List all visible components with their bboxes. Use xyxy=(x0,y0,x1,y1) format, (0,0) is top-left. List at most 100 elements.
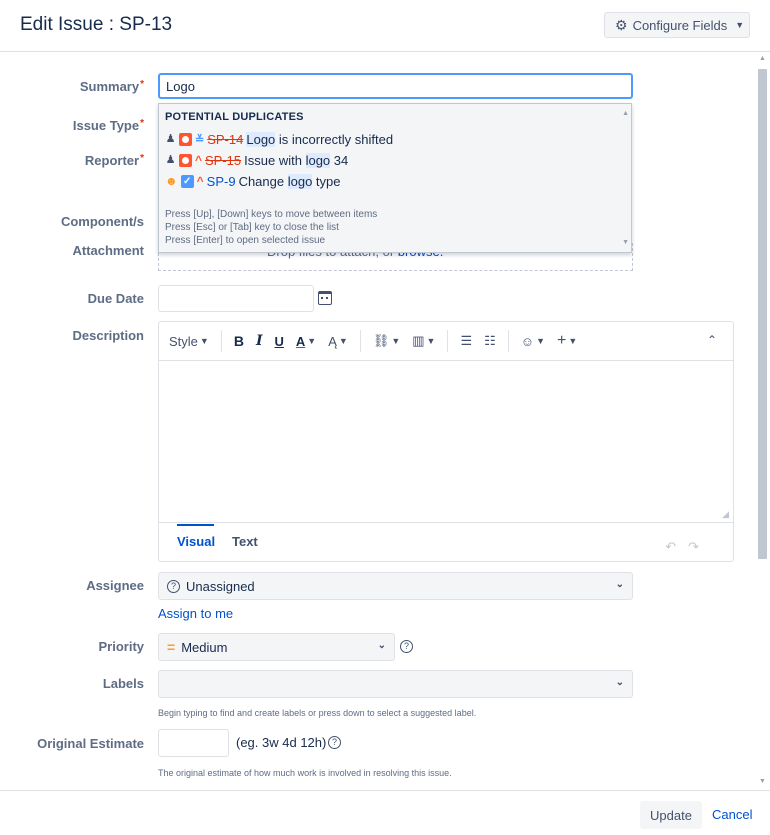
underline-button[interactable]: U xyxy=(275,334,284,349)
priority-medium-icon: = xyxy=(167,639,176,655)
style-dropdown[interactable]: Style ▼ xyxy=(169,334,209,349)
bullet-list-icon: ☰ xyxy=(460,333,473,348)
resize-handle-icon[interactable]: ◢ xyxy=(722,509,729,520)
dialog-footer: Update Cancel xyxy=(0,790,770,835)
duplicates-heading: POTENTIAL DUPLICATES xyxy=(165,111,304,123)
labels-select[interactable]: ⌄ xyxy=(158,670,633,698)
attachment-label: Attachment xyxy=(72,243,144,258)
collapse-toolbar-icon[interactable]: ⌃ xyxy=(707,333,717,347)
redo-icon[interactable]: ↷ xyxy=(688,539,711,554)
link-icon: ⛓ xyxy=(372,333,390,348)
text-color-button[interactable]: A ▼ xyxy=(296,334,316,349)
assign-to-me-link[interactable]: Assign to me xyxy=(158,606,233,621)
duplicate-item[interactable]: ☻ ✓ ^ SP-9 Change logo type xyxy=(165,171,340,191)
editor-toolbar: Style ▼ B I U A ▼ Ą ▼ ⛓ ▼ ▥ ▼ ☰ ☷ ☺ ▼ + ▼ ⌃ xyxy=(159,322,733,361)
scroll-down-icon[interactable]: ▼ xyxy=(622,239,629,246)
update-button[interactable]: Update xyxy=(640,801,702,829)
component-label: Component/s xyxy=(60,214,144,229)
configure-fields-label: Configure Fields xyxy=(632,17,728,33)
emoji-icon: ☺ xyxy=(520,333,535,349)
help-icon[interactable]: ? xyxy=(400,640,413,653)
emoji-button[interactable]: ☺ ▼ xyxy=(521,334,545,349)
configure-fields-button[interactable]: ⚙ Configure Fields ▼ xyxy=(604,12,750,38)
duplicate-key: SP-9 xyxy=(206,173,236,189)
toolbar-divider xyxy=(220,330,222,352)
estimate-format-hint: (eg. 3w 4d 12h) xyxy=(236,735,327,750)
scroll-up-icon[interactable]: ▲ xyxy=(622,110,629,117)
cancel-link[interactable]: Cancel xyxy=(712,807,752,822)
calendar-icon[interactable] xyxy=(318,291,332,305)
scroll-down-icon[interactable]: ▼ xyxy=(759,778,766,785)
duplicates-tips: Press [Up], [Down] keys to move between … xyxy=(165,209,378,246)
paperclip-icon: ▥ xyxy=(412,333,425,348)
dialog-header: Edit Issue : SP-13 ⚙ Configure Fields ▼ xyxy=(0,0,770,52)
labels-label: Labels xyxy=(102,676,144,691)
gear-icon: ⚙ xyxy=(615,17,628,33)
priority-select[interactable]: = Medium ⌄ xyxy=(158,633,395,661)
duplicate-item[interactable]: ♟ ^ SP-15 Issue with logo 34 xyxy=(165,150,348,170)
summary-label: Summary* xyxy=(79,79,144,94)
editor-mode-tabs: Visual Text ↶↷ xyxy=(159,522,733,562)
unassigned-avatar-icon: ? xyxy=(167,579,180,593)
bullet-list-button[interactable]: ☰ xyxy=(460,333,472,349)
text-effects-button[interactable]: Ą ▼ xyxy=(328,334,348,349)
chevron-down-icon: ▼ xyxy=(307,336,317,346)
reporter-label: Reporter* xyxy=(84,153,144,168)
bug-icon xyxy=(179,153,192,167)
priority-label: Priority xyxy=(98,639,144,654)
description-label: Description xyxy=(72,328,144,343)
estimate-hint: The original estimate of how much work i… xyxy=(158,768,452,778)
assignee-select[interactable]: ? Unassigned ⌄ xyxy=(158,572,633,600)
chevron-down-icon: ⌄ xyxy=(377,640,386,651)
chevron-down-icon: ▼ xyxy=(735,20,745,30)
estimate-label: Original Estimate xyxy=(37,736,144,751)
assignee-value: Unassigned xyxy=(186,578,255,594)
duplicate-item[interactable]: ♟ ≚ SP-14 Logo is incorrectly shifted xyxy=(165,129,393,149)
toolbar-divider xyxy=(507,330,509,352)
issue-type-label: Issue Type* xyxy=(72,118,144,133)
bold-button[interactable]: B xyxy=(234,333,244,349)
help-icon[interactable]: ? xyxy=(328,736,341,749)
attachment-button[interactable]: ▥ ▼ xyxy=(412,333,435,349)
duplicate-key: SP-15 xyxy=(205,152,242,168)
numbered-list-button[interactable]: ☷ xyxy=(484,333,496,349)
text-effects-icon: Ą xyxy=(328,333,337,349)
tab-text[interactable]: Text xyxy=(232,534,258,549)
dialog-scrollbar[interactable]: ▲ ▼ xyxy=(756,53,770,790)
scroll-thumb[interactable] xyxy=(758,69,767,559)
dialog-title: Edit Issue : SP-13 xyxy=(20,14,173,35)
dialog-body: Summary* Issue Type* Reporter* Component… xyxy=(0,53,770,790)
scroll-up-icon[interactable]: ▲ xyxy=(759,55,766,62)
chevron-down-icon: ▼ xyxy=(568,336,578,346)
due-date-input[interactable] xyxy=(158,285,314,312)
summary-input[interactable] xyxy=(158,73,633,99)
estimate-input[interactable] xyxy=(158,729,229,757)
tab-visual[interactable]: Visual xyxy=(177,534,215,549)
task-check-icon: ✓ xyxy=(180,174,194,188)
bug-icon xyxy=(179,132,192,146)
chevron-down-icon: ⌄ xyxy=(615,677,624,688)
duplicate-summary: Issue with logo 34 xyxy=(244,152,349,168)
toolbar-divider xyxy=(359,330,361,352)
italic-button[interactable]: I xyxy=(256,333,263,349)
description-textarea[interactable] xyxy=(159,362,733,522)
chevron-down-icon: ▼ xyxy=(536,336,545,346)
link-button[interactable]: ⛓ ▼ xyxy=(373,333,400,349)
priority-high-icon: ^ xyxy=(196,174,204,188)
chevron-down-icon: ⌄ xyxy=(615,579,624,590)
due-date-label: Due Date xyxy=(87,291,144,306)
priority-lowest-icon: ≚ xyxy=(195,133,205,146)
assignee-label: Assignee xyxy=(86,578,144,593)
chevron-down-icon: ▼ xyxy=(426,336,436,346)
person-icon: ♟ xyxy=(165,133,176,145)
priority-high-icon: ^ xyxy=(195,153,203,167)
duplicate-summary: Change logo type xyxy=(238,173,341,189)
person-icon: ♟ xyxy=(165,154,176,166)
numbered-list-icon: ☷ xyxy=(484,333,496,348)
chevron-down-icon: ▼ xyxy=(199,336,209,346)
active-tab-indicator xyxy=(177,524,214,526)
priority-value: Medium xyxy=(181,639,228,655)
insert-more-button[interactable]: + ▼ xyxy=(557,332,577,350)
toolbar-divider xyxy=(447,330,449,352)
undo-icon[interactable]: ↶ xyxy=(665,539,688,554)
